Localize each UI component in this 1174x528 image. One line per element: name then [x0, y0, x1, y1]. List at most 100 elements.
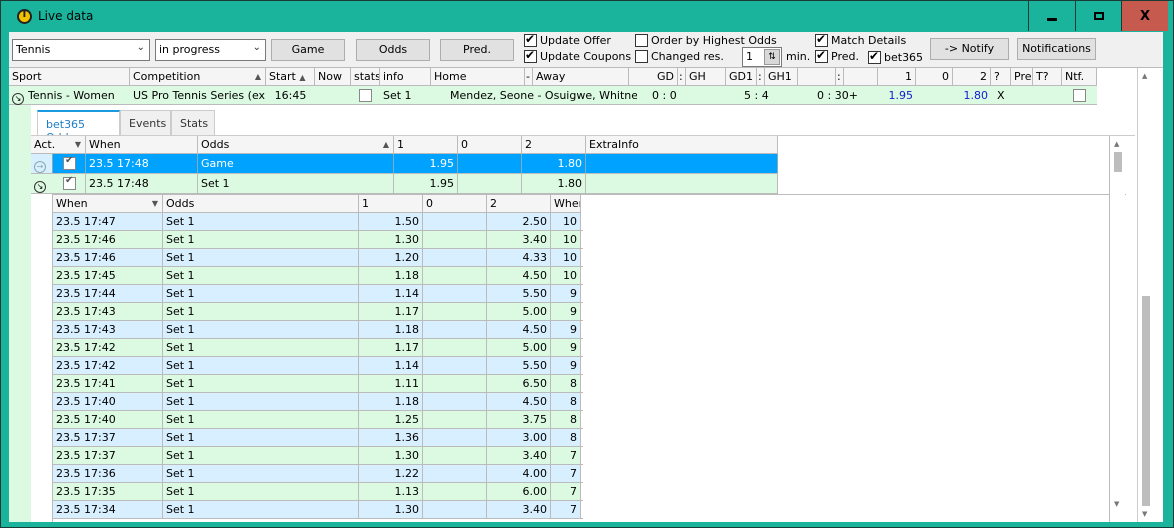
header-competition[interactable]: Competition ▲: [130, 68, 266, 86]
cell-odds: Set 1: [163, 231, 359, 248]
header-odds-0[interactable]: 0: [423, 195, 487, 213]
header-gh1[interactable]: GH1: [765, 68, 798, 86]
expand-arrow-icon[interactable]: →: [34, 161, 46, 173]
scroll-thumb[interactable]: [1142, 296, 1150, 506]
sport-select[interactable]: Tennis ⌄: [12, 39, 150, 61]
header-odds-1[interactable]: 1: [394, 136, 458, 154]
title-bar[interactable]: Live data X: [1, 1, 1173, 32]
history-row[interactable]: 23.5 17:37 Set 1 1.30 3.40 7: [53, 447, 583, 465]
odds-button[interactable]: Odds: [356, 39, 430, 61]
order-by-highest-odds-checkbox[interactable]: Order by Highest Odds: [635, 34, 777, 47]
header-now[interactable]: Now: [315, 68, 351, 86]
header-odds-0[interactable]: 0: [916, 68, 953, 86]
header-odds[interactable]: Odds: [163, 195, 359, 213]
close-button[interactable]: X: [1121, 1, 1168, 31]
bet365-checkbox[interactable]: bet365: [868, 49, 923, 64]
header-home[interactable]: Home: [431, 68, 525, 86]
cell-points: 0 : 30+: [817, 89, 858, 102]
header-odds-2[interactable]: 2: [522, 136, 586, 154]
history-row[interactable]: 23.5 17:43 Set 1 1.17 5.00 9: [53, 303, 583, 321]
header-gd[interactable]: GD: [629, 68, 678, 86]
notifications-button[interactable]: Notifications: [1017, 38, 1096, 60]
status-select-value: in progress: [159, 43, 221, 56]
header-where[interactable]: Wher: [551, 195, 581, 213]
status-select[interactable]: in progress ⌄: [155, 39, 266, 61]
update-coupons-checkbox[interactable]: Update Coupons: [524, 48, 631, 63]
cell-when: 23.5 17:41: [53, 375, 163, 392]
header-extrainfo[interactable]: ExtraInfo: [586, 136, 778, 154]
changed-res-checkbox[interactable]: Changed res.: [635, 50, 724, 63]
history-row[interactable]: 23.5 17:40 Set 1 1.25 3.75 8: [53, 411, 583, 429]
cell-odds-2: 4.33: [487, 249, 551, 266]
header-blank[interactable]: [798, 68, 836, 86]
odds-row[interactable]: ↘ ✔ 23.5 17:48 Set 1 1.95 1.80: [31, 174, 778, 194]
active-checkbox-checked[interactable]: ✔: [63, 175, 76, 190]
header-start[interactable]: Start ▲: [266, 68, 315, 86]
scroll-down-icon[interactable]: ▼: [1142, 510, 1147, 518]
header-when[interactable]: When: [86, 136, 198, 154]
history-row[interactable]: 23.5 17:42 Set 1 1.14 5.50 9: [53, 357, 583, 375]
header-t[interactable]: T?: [1033, 68, 1062, 86]
header-away[interactable]: Away: [533, 68, 629, 86]
pred-checkbox[interactable]: Pred.: [815, 48, 859, 63]
header-sport[interactable]: Sport: [9, 68, 130, 86]
header-stats[interactable]: stats: [351, 68, 380, 86]
main-scrollbar[interactable]: ▲ ▼: [1137, 68, 1153, 522]
header-gd1[interactable]: GD1: [726, 68, 757, 86]
header-odds-2[interactable]: 2: [953, 68, 991, 86]
collapse-arrow-icon[interactable]: ↘: [12, 93, 24, 105]
history-row[interactable]: 23.5 17:46 Set 1 1.30 3.40 10: [53, 231, 583, 249]
odds-row[interactable]: → ✔ 23.5 17:48 Game 1.95 1.80: [31, 154, 778, 174]
header-odds[interactable]: Odds ▲: [198, 136, 394, 154]
notify-button[interactable]: -> Notify: [930, 38, 1009, 60]
history-row[interactable]: 23.5 17:43 Set 1 1.18 4.50 9: [53, 321, 583, 339]
game-button[interactable]: Game: [271, 39, 345, 61]
history-row[interactable]: 23.5 17:37 Set 1 1.36 3.00 8: [53, 429, 583, 447]
pred-button[interactable]: Pred.: [440, 39, 514, 61]
match-details-checkbox[interactable]: Match Details: [815, 32, 906, 47]
history-row[interactable]: 23.5 17:42 Set 1 1.17 5.00 9: [53, 339, 583, 357]
odds-scrollbar[interactable]: ▲ ▼: [1109, 136, 1125, 522]
header-question[interactable]: ?: [991, 68, 1011, 86]
history-row[interactable]: 23.5 17:35 Set 1 1.13 6.00 7: [53, 483, 583, 501]
header-act[interactable]: Act. ▼: [31, 136, 86, 154]
history-row[interactable]: 23.5 17:36 Set 1 1.22 4.00 7: [53, 465, 583, 483]
update-offer-checkbox[interactable]: Update Offer: [524, 32, 611, 47]
header-odds-0[interactable]: 0: [458, 136, 522, 154]
stats-checkbox[interactable]: [359, 89, 372, 102]
history-row[interactable]: 23.5 17:34 Set 1 1.30 3.40 7: [53, 501, 583, 519]
cell-odds-1: 1.14: [359, 357, 423, 374]
minimize-button[interactable]: [1028, 1, 1074, 31]
header-blank[interactable]: [844, 68, 878, 86]
active-checkbox-checked[interactable]: ✔: [63, 155, 76, 170]
cell-extrainfo: [586, 154, 778, 173]
spin-updown-icon[interactable]: ⇅: [764, 49, 780, 65]
header-odds-2[interactable]: 2: [487, 195, 551, 213]
scroll-down-icon[interactable]: ▼: [1114, 500, 1119, 508]
header-gh[interactable]: GH: [686, 68, 726, 86]
tab-stats[interactable]: Stats: [171, 110, 215, 135]
minutes-spinner[interactable]: 1 ⇅: [742, 47, 782, 67]
tab-bet365-odds[interactable]: bet365 Odds: [37, 110, 120, 144]
history-row[interactable]: 23.5 17:47 Set 1 1.50 2.50 10: [53, 213, 583, 231]
ntf-checkbox[interactable]: [1073, 89, 1086, 102]
scroll-up-icon[interactable]: ▲: [1114, 140, 1119, 148]
scroll-up-icon[interactable]: ▲: [1142, 72, 1147, 80]
header-odds-1[interactable]: 1: [878, 68, 916, 86]
history-row[interactable]: 23.5 17:45 Set 1 1.18 4.50 10: [53, 267, 583, 285]
maximize-button[interactable]: [1075, 1, 1121, 31]
history-row[interactable]: 23.5 17:44 Set 1 1.14 5.50 9: [53, 285, 583, 303]
header-pred[interactable]: Pre: [1011, 68, 1033, 86]
header-odds-1[interactable]: 1: [359, 195, 423, 213]
header-info[interactable]: info: [380, 68, 431, 86]
history-row[interactable]: 23.5 17:41 Set 1 1.11 6.50 8: [53, 375, 583, 393]
history-row[interactable]: 23.5 17:40 Set 1 1.18 4.50 8: [53, 393, 583, 411]
header-ntf[interactable]: Ntf.: [1062, 68, 1097, 86]
match-row[interactable]: ↘ Tennis - Women US Pro Tennis Series (ex…: [9, 86, 1097, 105]
cell-odds-2: 1.80: [522, 154, 586, 173]
history-row[interactable]: 23.5 17:46 Set 1 1.20 4.33 10: [53, 249, 583, 267]
header-when[interactable]: When ▼: [53, 195, 163, 213]
tab-events[interactable]: Events: [120, 110, 171, 135]
scroll-thumb[interactable]: [1114, 152, 1122, 172]
collapse-arrow-icon[interactable]: ↘: [34, 181, 46, 193]
